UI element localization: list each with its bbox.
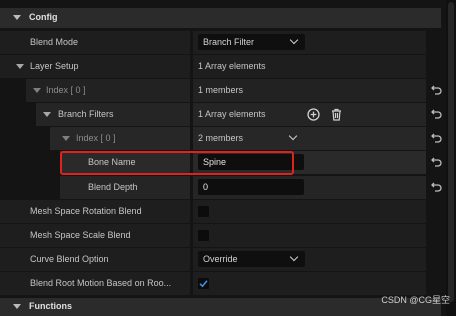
plus-circle-icon[interactable] [307,108,320,121]
chevron-down-icon [289,35,299,45]
watermark: CSDN @CG星空 [381,295,450,305]
reset-arrow-icon[interactable] [431,85,442,95]
reset-arrow-icon[interactable] [431,109,442,119]
details-panel: Config Blend Mode Branch Filter Layer Se… [0,0,456,316]
blend-root-motion-row: Blend Root Motion Based on Roo... [0,272,456,295]
index-0-inner-value: 2 members [198,133,244,143]
curve-blend-label: Curve Blend Option [30,254,109,264]
index-0-row: Index [ 0 ] 1 members [0,79,456,102]
config-section-header[interactable]: Config [0,8,441,28]
checkmark-icon [199,280,208,288]
curve-blend-dropdown[interactable]: Override [198,251,305,267]
branch-filters-row: Branch Filters 1 Array elements [0,103,456,126]
curve-blend-value: Override [203,254,238,264]
mesh-space-rotation-label: Mesh Space Rotation Blend [30,206,142,216]
layer-setup-label: Layer Setup [30,61,79,71]
reset-arrow-icon[interactable] [431,182,442,192]
mesh-space-rotation-row: Mesh Space Rotation Blend [0,200,456,223]
index-0-label: Index [ 0 ] [46,85,86,95]
blend-root-motion-label: Blend Root Motion Based on Roo... [30,278,172,288]
bone-name-highlight [60,151,294,175]
mesh-space-scale-row: Mesh Space Scale Blend [0,224,456,247]
reset-arrow-icon[interactable] [431,157,442,167]
mesh-space-scale-label: Mesh Space Scale Blend [30,230,131,240]
blend-depth-row: Blend Depth 0 [0,176,456,199]
functions-section-header[interactable]: Functions [0,298,441,316]
chevron-down-icon [288,131,298,141]
blend-depth-value: 0 [203,182,209,192]
chevron-down-icon [289,252,299,262]
index-0-value: 1 members [198,85,244,95]
collapse-triangle-icon[interactable] [16,64,24,69]
blend-mode-row: Blend Mode Branch Filter [0,31,456,54]
blend-mode-value: Branch Filter [203,37,255,47]
blend-mode-label: Blend Mode [30,37,79,47]
collapse-triangle-icon[interactable] [13,304,21,309]
index-0-inner-row: Index [ 0 ] 2 members [0,127,456,150]
mesh-space-scale-checkbox[interactable] [198,230,209,241]
config-section-title: Config [29,12,58,22]
scrollbar-thumb[interactable] [448,2,454,302]
members-dropdown[interactable] [288,130,304,146]
blend-root-motion-checkbox[interactable] [198,278,209,289]
branch-filters-value: 1 Array elements [198,109,266,119]
functions-section-title: Functions [29,301,72,311]
scrollbar[interactable] [446,0,456,316]
blend-depth-field[interactable]: 0 [198,179,304,195]
reset-arrow-icon[interactable] [431,133,442,143]
trash-icon[interactable] [331,108,342,121]
index-0-inner-label: Index [ 0 ] [76,133,116,143]
branch-filters-label: Branch Filters [58,109,114,119]
mesh-space-rotation-checkbox[interactable] [198,206,209,217]
collapse-triangle-icon[interactable] [13,15,21,20]
layer-setup-row: Layer Setup 1 Array elements [0,55,456,78]
collapse-triangle-icon[interactable] [43,112,51,117]
collapse-triangle-icon[interactable] [33,88,41,93]
blend-depth-label: Blend Depth [88,182,138,192]
blend-mode-dropdown[interactable]: Branch Filter [198,34,305,50]
collapse-triangle-icon[interactable] [62,136,70,141]
curve-blend-row: Curve Blend Option Override [0,248,456,271]
layer-setup-value: 1 Array elements [198,61,266,71]
